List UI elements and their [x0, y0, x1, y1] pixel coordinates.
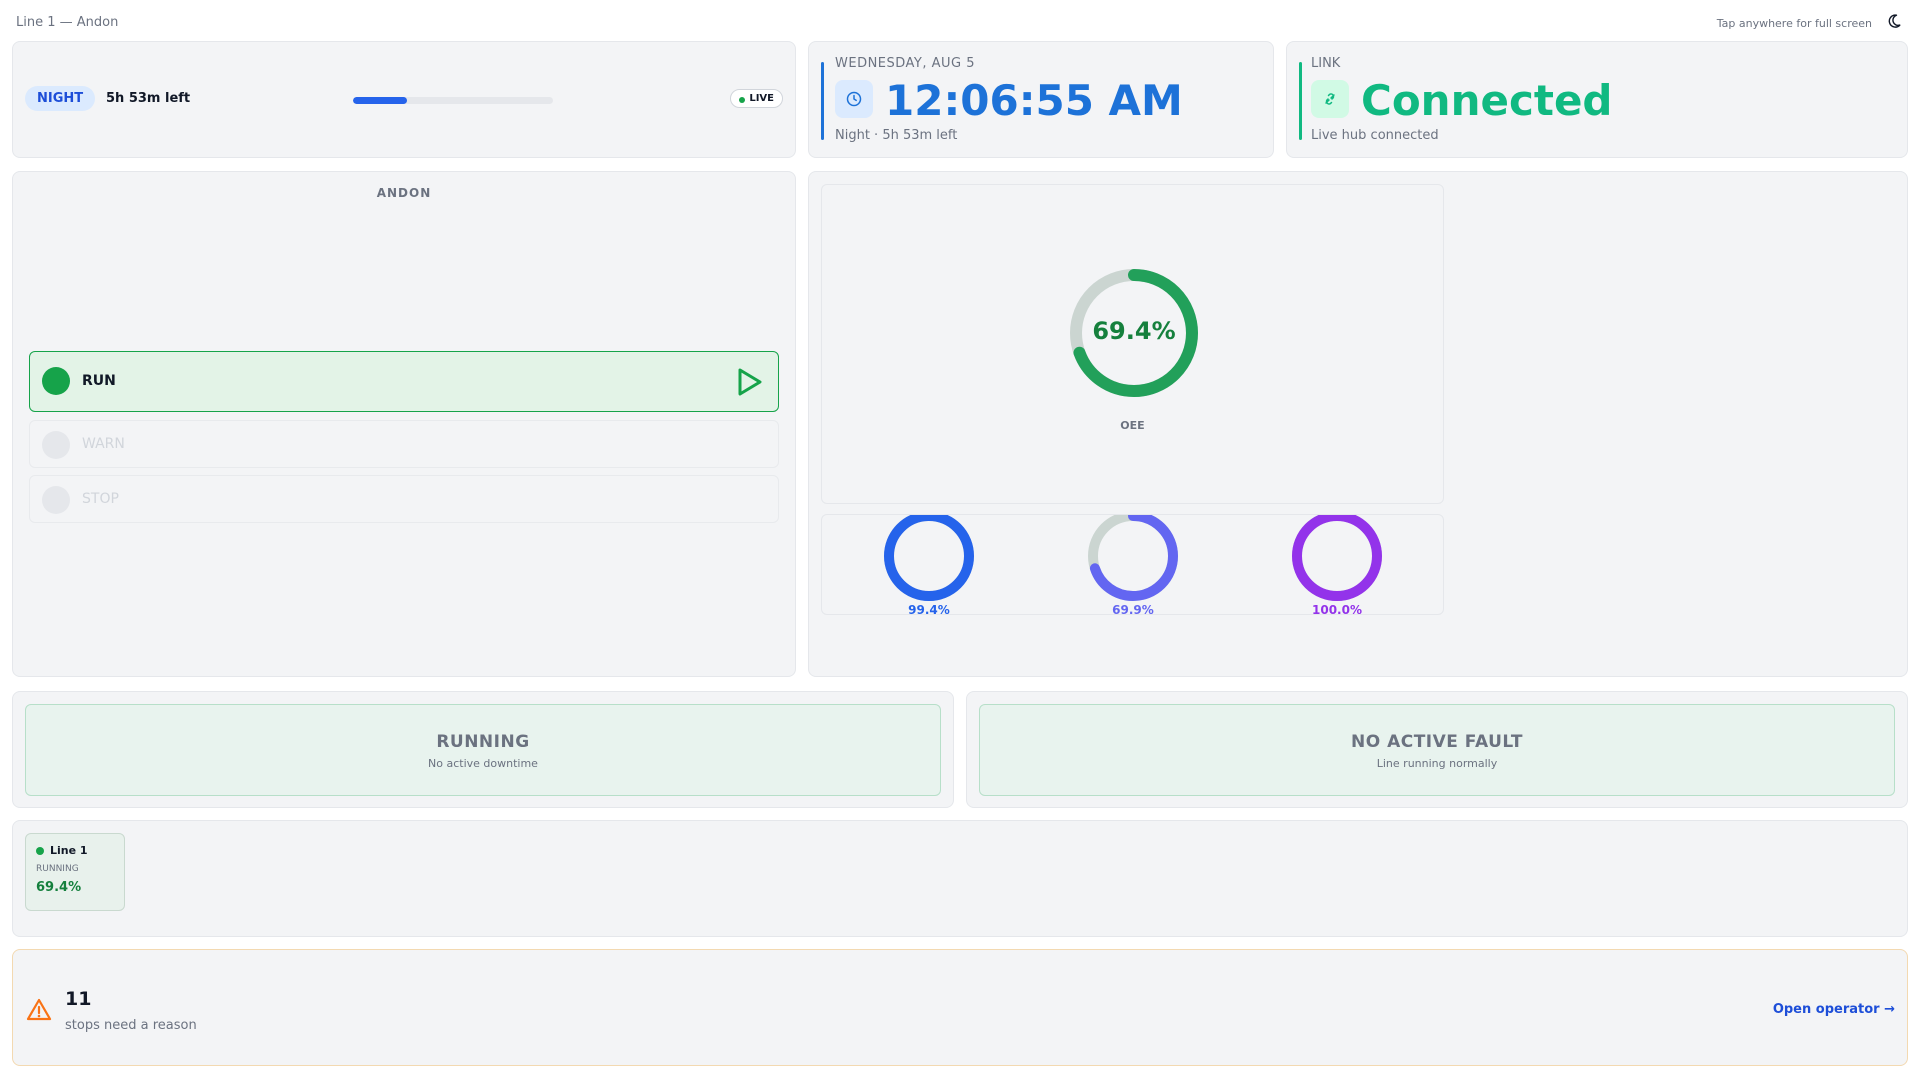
performance-value: 69.9%	[1112, 603, 1154, 615]
performance-gauge	[1088, 515, 1178, 601]
shift-progress-bar	[353, 97, 553, 104]
clock-date: WEDNESDAY, AUG 5	[835, 56, 976, 71]
line-state: RUNNING	[36, 864, 79, 874]
shift-badge: NIGHT	[25, 86, 96, 111]
downtime-panel: RUNNING No active downtime	[12, 691, 954, 808]
alert-message: stops need a reason	[65, 1018, 197, 1033]
quality-value: 100.0%	[1312, 603, 1362, 615]
clock-time: 12:06:55 AM	[885, 76, 1183, 125]
lines-panel: Line 1 RUNNING 69.4%	[12, 820, 1908, 937]
andon-panel: ANDON RUN WARN STOP	[12, 171, 796, 677]
clock-accent-bar	[821, 62, 824, 140]
fault-subtitle: Line running normally	[1376, 757, 1498, 770]
oee-value: 69.4%	[1092, 317, 1176, 345]
alert-count: 11	[65, 988, 92, 1010]
downtime-card: RUNNING No active downtime	[25, 704, 941, 796]
stop-lamp	[42, 486, 70, 514]
quality-arc	[1292, 515, 1382, 601]
line-name: Line 1	[50, 844, 88, 857]
line-status-dot	[36, 847, 44, 855]
andon-title: ANDON	[376, 186, 432, 200]
andon-run-row[interactable]: RUN	[29, 351, 779, 412]
fullscreen-hint[interactable]: Tap anywhere for full screen	[1717, 17, 1872, 30]
clock-icon-box	[835, 80, 873, 118]
oee-panel: 69.4% OEE 99.4% 69.9% 100.0%	[808, 171, 1908, 677]
fault-card: NO ACTIVE FAULT Line running normally	[979, 704, 1895, 796]
oee-card: 69.4% OEE	[821, 184, 1444, 504]
fault-panel: NO ACTIVE FAULT Line running normally	[966, 691, 1908, 808]
alert-panel: 11 stops need a reason Open operator →	[12, 949, 1908, 1066]
live-indicator: LIVE	[730, 89, 783, 108]
shift-panel: NIGHT 5h 53m left LIVE	[12, 41, 796, 158]
moon-icon[interactable]	[1886, 13, 1902, 29]
availability-gauge	[884, 515, 974, 601]
clock-icon	[846, 91, 862, 107]
warn-lamp	[42, 431, 70, 459]
link-status: Connected	[1361, 76, 1613, 125]
andon-stop-row[interactable]: STOP	[29, 475, 779, 523]
shift-progress-fill	[353, 97, 407, 104]
clock-panel: WEDNESDAY, AUG 5 12:06:55 AM Night · 5h …	[808, 41, 1274, 158]
fault-title: NO ACTIVE FAULT	[1350, 732, 1524, 752]
live-label: LIVE	[749, 93, 774, 104]
run-lamp	[42, 367, 70, 395]
link-accent-bar	[1299, 62, 1302, 140]
availability-value: 99.4%	[908, 603, 950, 615]
andon-warn-row[interactable]: WARN	[29, 420, 779, 468]
link-icon-box	[1311, 80, 1349, 118]
oee-label: OEE	[1120, 419, 1145, 432]
link-subtitle: Live hub connected	[1311, 128, 1439, 143]
andon-warn-label: WARN	[82, 436, 125, 452]
open-operator-link[interactable]: Open operator →	[1773, 1002, 1895, 1017]
andon-stop-label: STOP	[82, 491, 119, 507]
andon-run-label: RUN	[82, 373, 116, 389]
downtime-title: RUNNING	[436, 732, 530, 752]
availability-arc	[884, 515, 974, 601]
live-dot	[739, 97, 746, 103]
line-oee: 69.4%	[36, 880, 82, 895]
play-icon	[738, 368, 762, 396]
oee-components-card: 99.4% 69.9% 100.0%	[821, 514, 1444, 615]
link-panel: LINK Connected Live hub connected	[1286, 41, 1908, 158]
downtime-subtitle: No active downtime	[428, 757, 538, 770]
app-title: Line 1 — Andon	[16, 15, 119, 30]
link-icon	[1325, 93, 1335, 105]
shift-remaining: 5h 53m left	[106, 91, 191, 106]
clock-subtitle: Night · 5h 53m left	[835, 128, 958, 143]
link-title: LINK	[1311, 56, 1341, 71]
warning-icon	[26, 998, 52, 1021]
line-card[interactable]: Line 1 RUNNING 69.4%	[25, 833, 125, 911]
quality-gauge	[1292, 515, 1382, 601]
top-bar: Line 1 — Andon Tap anywhere for full scr…	[0, 0, 1920, 40]
